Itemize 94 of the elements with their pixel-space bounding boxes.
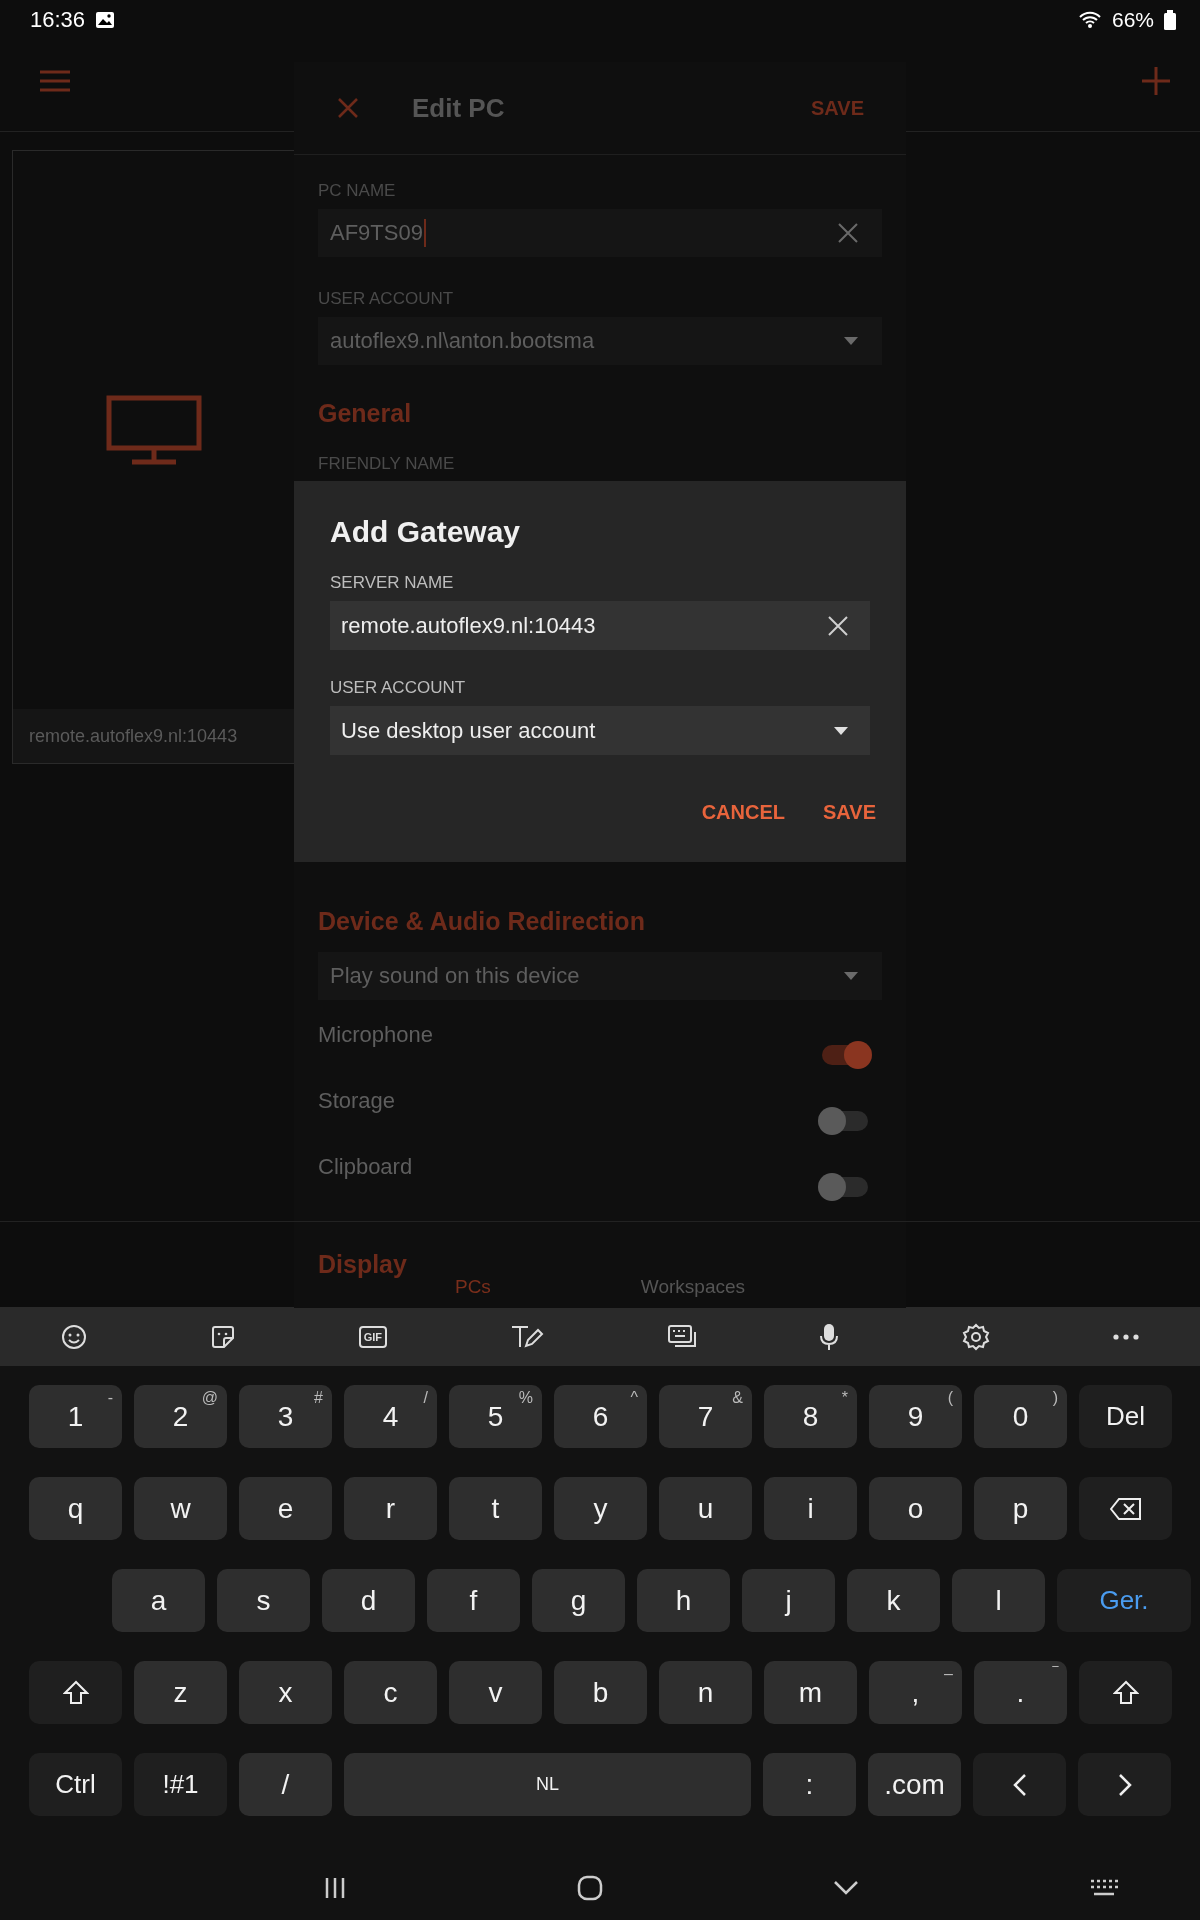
key[interactable]: a (112, 1569, 205, 1632)
key[interactable]: x (239, 1661, 332, 1724)
field-label: USER ACCOUNT (318, 289, 454, 309)
key[interactable]: e (239, 1477, 332, 1540)
backspace-key[interactable] (1079, 1477, 1172, 1540)
hide-keyboard-icon[interactable] (833, 1879, 859, 1896)
toggle-label: Microphone (318, 1022, 433, 1048)
key[interactable]: v (449, 1661, 542, 1724)
key[interactable]: b (554, 1661, 647, 1724)
more-icon[interactable] (1112, 1333, 1139, 1340)
key[interactable]: Ctrl (29, 1753, 122, 1816)
keyboard-icon[interactable] (1089, 1877, 1119, 1898)
key[interactable]: y (554, 1477, 647, 1540)
key[interactable]: Ger. (1057, 1569, 1191, 1632)
key[interactable]: z (134, 1661, 227, 1724)
key[interactable]: 7 & (659, 1385, 752, 1448)
sticker-icon[interactable] (210, 1323, 237, 1350)
key[interactable]: l (952, 1569, 1045, 1632)
microphone-icon[interactable] (819, 1322, 840, 1351)
key[interactable]: f (427, 1569, 520, 1632)
key[interactable]: !#1 (134, 1753, 227, 1816)
panel-title: Edit PC (412, 92, 505, 124)
key[interactable]: d (322, 1569, 415, 1632)
clear-icon[interactable] (838, 223, 858, 243)
key[interactable]: u (659, 1477, 752, 1540)
section-heading: General (318, 399, 412, 428)
key[interactable]: i (764, 1477, 857, 1540)
field-label: PC NAME (318, 181, 396, 201)
shift-icon (62, 1679, 89, 1706)
key[interactable]: , – (869, 1661, 962, 1724)
backspace-icon (1109, 1497, 1142, 1520)
key[interactable]: Del (1079, 1385, 1172, 1448)
image-icon (95, 10, 116, 30)
settings-icon[interactable] (961, 1322, 990, 1351)
user-account-dropdown[interactable]: Use desktop user account (330, 706, 870, 755)
key[interactable]: : (763, 1753, 856, 1816)
battery-level: 66% (1111, 8, 1154, 32)
wifi-icon (1077, 10, 1102, 30)
recent-apps-icon[interactable] (323, 1875, 347, 1900)
key[interactable]: m (764, 1661, 857, 1724)
section-heading: Display (318, 1250, 407, 1279)
key[interactable]: j (742, 1569, 835, 1632)
key[interactable]: s (217, 1569, 310, 1632)
text-pen-icon[interactable] (509, 1323, 544, 1350)
key[interactable]: p (974, 1477, 1067, 1540)
server-name-field[interactable]: remote.autoflex9.nl:10443 (330, 601, 870, 650)
shift-key[interactable] (1079, 1661, 1172, 1724)
key[interactable]: w (134, 1477, 227, 1540)
battery-icon (1164, 10, 1176, 30)
key[interactable]: o (869, 1477, 962, 1540)
section-heading: Device & Audio Redirection (318, 907, 645, 936)
chevron-left-icon (1012, 1772, 1027, 1797)
key[interactable]: 8 * (764, 1385, 857, 1448)
key[interactable]: c (344, 1661, 437, 1724)
key[interactable]: 1 - (29, 1385, 122, 1448)
keyboard-icon[interactable] (666, 1323, 697, 1350)
shift-icon (1112, 1679, 1139, 1706)
shift-key[interactable] (29, 1661, 122, 1724)
key[interactable]: .com (868, 1753, 961, 1816)
clock: 16:36 (30, 7, 86, 33)
key[interactable]: q (29, 1477, 122, 1540)
key[interactable]: . ‾ (974, 1661, 1067, 1724)
key[interactable]: n (659, 1661, 752, 1724)
key[interactable]: k (847, 1569, 940, 1632)
emoji-icon[interactable] (61, 1323, 88, 1350)
key[interactable]: r (344, 1477, 437, 1540)
key[interactable]: g (532, 1569, 625, 1632)
home-icon[interactable] (577, 1874, 603, 1901)
key[interactable]: 2 @ (134, 1385, 227, 1448)
dropdown-arrow-icon (834, 726, 848, 735)
key[interactable]: 3 # (239, 1385, 332, 1448)
field-label: FRIENDLY NAME (318, 454, 455, 474)
field-label: SERVER NAME (330, 573, 455, 593)
gif-button[interactable]: GIF (358, 1325, 388, 1348)
key[interactable]: t (449, 1477, 542, 1540)
cancel-button[interactable]: CANCEL (695, 793, 791, 832)
key[interactable]: / (239, 1753, 332, 1816)
chevron-right-icon (1117, 1772, 1132, 1797)
key[interactable]: 9 ( (869, 1385, 962, 1448)
key[interactable]: h (637, 1569, 730, 1632)
key[interactable]: 4 / (344, 1385, 437, 1448)
key[interactable]: 6 ^ (554, 1385, 647, 1448)
dialog-title: Add Gateway (330, 515, 522, 549)
key[interactable]: 5 % (449, 1385, 542, 1448)
save-button[interactable]: SAVE (817, 793, 882, 832)
dropdown-arrow-icon (844, 337, 858, 345)
field-label: USER ACCOUNT (330, 678, 467, 698)
space-key[interactable]: NL (344, 1753, 751, 1816)
toggle-label: Clipboard (318, 1154, 413, 1180)
key[interactable]: 0 ) (974, 1385, 1067, 1448)
monitor-icon (105, 395, 202, 465)
dropdown-arrow-icon (844, 972, 858, 980)
toggle-label: Storage (318, 1088, 396, 1114)
pc-card-label: remote.autoflex9.nl:10443 (29, 725, 238, 747)
